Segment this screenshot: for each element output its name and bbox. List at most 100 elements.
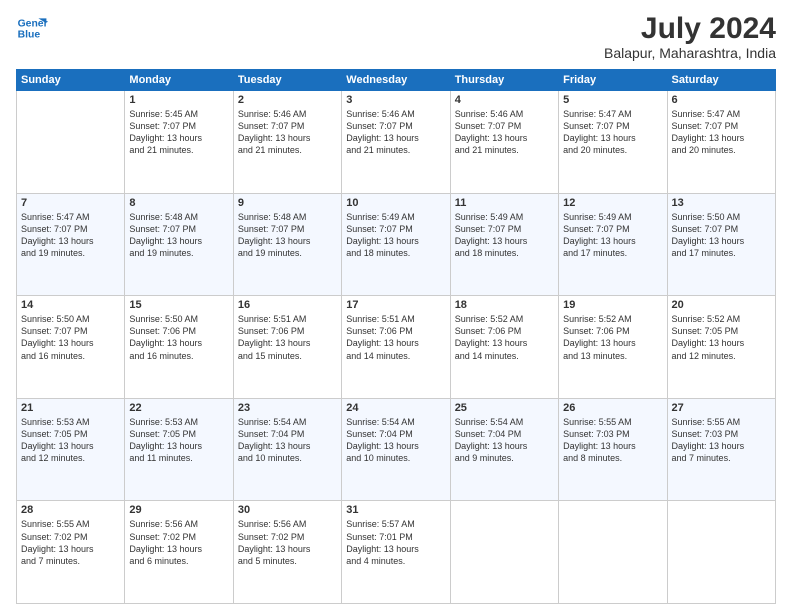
day-number: 2 <box>238 94 337 106</box>
page: General Blue July 2024 Balapur, Maharash… <box>0 0 792 612</box>
calendar-week-row: 21 Sunrise: 5:53 AM Sunset: 7:05 PM Dayli… <box>17 398 776 501</box>
day-info: Sunrise: 5:45 AM Sunset: 7:07 PM Dayligh… <box>129 108 228 157</box>
calendar-cell: 14Sunrise: 5:50 AM Sunset: 7:07 PM Dayli… <box>17 296 125 399</box>
day-info: Sunrise: 5:55 AM Sunset: 7:03 PM Dayligh… <box>672 416 771 465</box>
day-info: Sunrise: 5:52 AM Sunset: 7:06 PM Dayligh… <box>563 313 662 362</box>
calendar-cell <box>667 501 775 604</box>
day-info: Sunrise: 5:56 AM Sunset: 7:02 PM Dayligh… <box>129 518 228 567</box>
day-info: Sunrise: 5:51 AM Sunset: 7:06 PM Dayligh… <box>238 313 337 362</box>
calendar-day-header: Sunday <box>17 70 125 91</box>
calendar-header-row: SundayMondayTuesdayWednesdayThursdayFrid… <box>17 70 776 91</box>
day-number: 20 <box>672 299 771 311</box>
day-number: 9 <box>238 197 337 209</box>
calendar-week-row: 14Sunrise: 5:50 AM Sunset: 7:07 PM Dayli… <box>17 296 776 399</box>
calendar-cell: 9 Sunrise: 5:48 AM Sunset: 7:07 PM Daylig… <box>233 193 341 296</box>
day-info: Sunrise: 5:46 AM Sunset: 7:07 PM Dayligh… <box>455 108 554 157</box>
calendar-cell: 3Sunrise: 5:46 AM Sunset: 7:07 PM Daylig… <box>342 91 450 194</box>
calendar-cell <box>559 501 667 604</box>
calendar-day-header: Friday <box>559 70 667 91</box>
calendar-cell: 29 Sunrise: 5:56 AM Sunset: 7:02 PM Dayli… <box>125 501 233 604</box>
day-info: Sunrise: 5:48 AM Sunset: 7:07 PM Dayligh… <box>238 211 337 260</box>
day-info: Sunrise: 5:46 AM Sunset: 7:07 PM Dayligh… <box>346 108 445 157</box>
calendar-cell: 6 Sunrise: 5:47 AM Sunset: 7:07 PM Daylig… <box>667 91 775 194</box>
day-info: Sunrise: 5:51 AM Sunset: 7:06 PM Dayligh… <box>346 313 445 362</box>
day-number: 5 <box>563 94 662 106</box>
day-number: 22 <box>129 402 228 414</box>
day-number: 24 <box>346 402 445 414</box>
day-info: Sunrise: 5:47 AM Sunset: 7:07 PM Dayligh… <box>21 211 120 260</box>
calendar-day-header: Tuesday <box>233 70 341 91</box>
calendar-day-header: Thursday <box>450 70 558 91</box>
calendar-cell: 19 Sunrise: 5:52 AM Sunset: 7:06 PM Dayli… <box>559 296 667 399</box>
day-number: 11 <box>455 197 554 209</box>
day-number: 13 <box>672 197 771 209</box>
calendar-cell: 5 Sunrise: 5:47 AM Sunset: 7:07 PM Daylig… <box>559 91 667 194</box>
day-info: Sunrise: 5:48 AM Sunset: 7:07 PM Dayligh… <box>129 211 228 260</box>
calendar-cell: 18Sunrise: 5:52 AM Sunset: 7:06 PM Dayli… <box>450 296 558 399</box>
day-number: 12 <box>563 197 662 209</box>
calendar-cell: 2 Sunrise: 5:46 AM Sunset: 7:07 PM Daylig… <box>233 91 341 194</box>
day-info: Sunrise: 5:49 AM Sunset: 7:07 PM Dayligh… <box>346 211 445 260</box>
day-number: 10 <box>346 197 445 209</box>
day-info: Sunrise: 5:55 AM Sunset: 7:03 PM Dayligh… <box>563 416 662 465</box>
logo-icon: General Blue <box>16 12 48 44</box>
calendar-cell: 23Sunrise: 5:54 AM Sunset: 7:04 PM Dayli… <box>233 398 341 501</box>
calendar-cell: 30 Sunrise: 5:56 AM Sunset: 7:02 PM Dayli… <box>233 501 341 604</box>
logo: General Blue <box>16 12 48 44</box>
day-number: 7 <box>21 197 120 209</box>
calendar-cell: 1 Sunrise: 5:45 AM Sunset: 7:07 PM Daylig… <box>125 91 233 194</box>
calendar-cell: 21 Sunrise: 5:53 AM Sunset: 7:05 PM Dayli… <box>17 398 125 501</box>
calendar-cell: 17 Sunrise: 5:51 AM Sunset: 7:06 PM Dayli… <box>342 296 450 399</box>
calendar-week-row: 28Sunrise: 5:55 AM Sunset: 7:02 PM Dayli… <box>17 501 776 604</box>
main-title: July 2024 <box>604 12 776 45</box>
day-number: 21 <box>21 402 120 414</box>
calendar-cell: 13 Sunrise: 5:50 AM Sunset: 7:07 PM Dayli… <box>667 193 775 296</box>
day-number: 28 <box>21 504 120 516</box>
calendar-cell: 28Sunrise: 5:55 AM Sunset: 7:02 PM Dayli… <box>17 501 125 604</box>
day-number: 30 <box>238 504 337 516</box>
day-info: Sunrise: 5:52 AM Sunset: 7:05 PM Dayligh… <box>672 313 771 362</box>
day-info: Sunrise: 5:50 AM Sunset: 7:07 PM Dayligh… <box>672 211 771 260</box>
day-info: Sunrise: 5:53 AM Sunset: 7:05 PM Dayligh… <box>21 416 120 465</box>
calendar-cell: 20 Sunrise: 5:52 AM Sunset: 7:05 PM Dayli… <box>667 296 775 399</box>
calendar-cell: 26 Sunrise: 5:55 AM Sunset: 7:03 PM Dayli… <box>559 398 667 501</box>
day-info: Sunrise: 5:47 AM Sunset: 7:07 PM Dayligh… <box>672 108 771 157</box>
day-info: Sunrise: 5:49 AM Sunset: 7:07 PM Dayligh… <box>455 211 554 260</box>
day-info: Sunrise: 5:56 AM Sunset: 7:02 PM Dayligh… <box>238 518 337 567</box>
day-number: 27 <box>672 402 771 414</box>
day-info: Sunrise: 5:54 AM Sunset: 7:04 PM Dayligh… <box>238 416 337 465</box>
calendar-cell <box>17 91 125 194</box>
calendar-week-row: 7 Sunrise: 5:47 AM Sunset: 7:07 PM Daylig… <box>17 193 776 296</box>
day-info: Sunrise: 5:53 AM Sunset: 7:05 PM Dayligh… <box>129 416 228 465</box>
sub-title: Balapur, Maharashtra, India <box>604 45 776 61</box>
day-number: 1 <box>129 94 228 106</box>
day-number: 16 <box>238 299 337 311</box>
calendar-table: SundayMondayTuesdayWednesdayThursdayFrid… <box>16 69 776 604</box>
day-info: Sunrise: 5:54 AM Sunset: 7:04 PM Dayligh… <box>455 416 554 465</box>
day-number: 17 <box>346 299 445 311</box>
day-info: Sunrise: 5:57 AM Sunset: 7:01 PM Dayligh… <box>346 518 445 567</box>
calendar-cell: 27 Sunrise: 5:55 AM Sunset: 7:03 PM Dayli… <box>667 398 775 501</box>
calendar-day-header: Monday <box>125 70 233 91</box>
day-number: 8 <box>129 197 228 209</box>
day-number: 19 <box>563 299 662 311</box>
day-info: Sunrise: 5:50 AM Sunset: 7:06 PM Dayligh… <box>129 313 228 362</box>
day-number: 31 <box>346 504 445 516</box>
calendar-cell: 22 Sunrise: 5:53 AM Sunset: 7:05 PM Dayli… <box>125 398 233 501</box>
day-number: 14 <box>21 299 120 311</box>
calendar-cell: 15Sunrise: 5:50 AM Sunset: 7:06 PM Dayli… <box>125 296 233 399</box>
calendar-cell: 16 Sunrise: 5:51 AM Sunset: 7:06 PM Dayli… <box>233 296 341 399</box>
day-number: 25 <box>455 402 554 414</box>
calendar-day-header: Wednesday <box>342 70 450 91</box>
day-info: Sunrise: 5:47 AM Sunset: 7:07 PM Dayligh… <box>563 108 662 157</box>
day-info: Sunrise: 5:46 AM Sunset: 7:07 PM Dayligh… <box>238 108 337 157</box>
day-number: 26 <box>563 402 662 414</box>
calendar-cell: 11 Sunrise: 5:49 AM Sunset: 7:07 PM Dayli… <box>450 193 558 296</box>
calendar-cell <box>450 501 558 604</box>
calendar-cell: 7 Sunrise: 5:47 AM Sunset: 7:07 PM Daylig… <box>17 193 125 296</box>
day-info: Sunrise: 5:49 AM Sunset: 7:07 PM Dayligh… <box>563 211 662 260</box>
calendar-cell: 25 Sunrise: 5:54 AM Sunset: 7:04 PM Dayli… <box>450 398 558 501</box>
calendar-cell: 24Sunrise: 5:54 AM Sunset: 7:04 PM Dayli… <box>342 398 450 501</box>
day-number: 6 <box>672 94 771 106</box>
day-number: 29 <box>129 504 228 516</box>
